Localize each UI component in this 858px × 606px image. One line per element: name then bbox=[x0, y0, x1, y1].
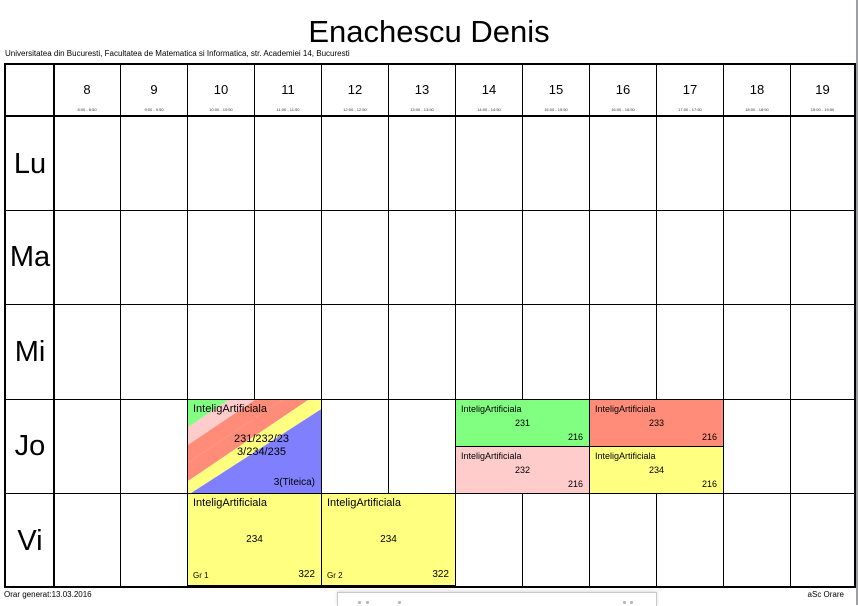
hour-label: 13 bbox=[414, 82, 430, 97]
lesson-subject: InteligArtificiala bbox=[193, 403, 267, 415]
popup-dot bbox=[630, 601, 633, 604]
hour-range: 10:00 - 10:50 bbox=[209, 107, 233, 112]
hour-label: 12 bbox=[347, 82, 363, 97]
hour-label: 9 bbox=[150, 82, 158, 97]
hour-range: 12:00 - 12:50 bbox=[343, 107, 367, 112]
column-divider bbox=[589, 65, 590, 586]
day-label-mi: Mi bbox=[14, 336, 46, 368]
hour-label: 10 bbox=[213, 82, 229, 97]
lesson-vi-10[interactable]: InteligArtificiala 234 Gr 1 322 bbox=[187, 493, 322, 586]
popup-dot bbox=[358, 601, 361, 604]
lesson-subject: InteligArtificiala bbox=[193, 497, 267, 509]
lesson-subject: InteligArtificiala bbox=[595, 451, 656, 461]
hour-range: 17:00 - 17:50 bbox=[678, 107, 702, 112]
popup-dot bbox=[623, 601, 626, 604]
lesson-room: 3(Titeica) bbox=[273, 477, 315, 488]
day-label-ma: Ma bbox=[9, 241, 51, 273]
lesson-groups: 231 bbox=[514, 418, 531, 428]
hour-range: 14:00 - 14:50 bbox=[477, 107, 501, 112]
bottom-popup-edge bbox=[337, 592, 657, 606]
column-divider bbox=[656, 65, 657, 586]
hour-label: 17 bbox=[682, 82, 698, 97]
lesson-jo-16-b[interactable]: InteligArtificiala 234 216 bbox=[589, 446, 724, 494]
lesson-room: 216 bbox=[701, 432, 717, 442]
lesson-groups: 234 bbox=[380, 534, 397, 545]
hour-label: 8 bbox=[83, 82, 91, 97]
lesson-jo-16-a[interactable]: InteligArtificiala 233 216 bbox=[589, 399, 724, 447]
column-divider bbox=[723, 65, 724, 586]
lesson-room: 322 bbox=[432, 569, 449, 580]
lesson-subgroup: Gr 1 bbox=[193, 571, 209, 580]
lesson-groups: 234 bbox=[246, 534, 263, 545]
header-divider bbox=[6, 115, 854, 117]
day-label-vi: Vi bbox=[17, 525, 43, 557]
lesson-groups: 232 bbox=[514, 465, 531, 475]
hour-range: 15:00 - 15:50 bbox=[544, 107, 568, 112]
generated-date: Orar generat:13.03.2016 bbox=[4, 590, 92, 599]
popup-dot bbox=[366, 601, 369, 604]
lesson-room: 216 bbox=[567, 432, 583, 442]
lesson-room: 216 bbox=[567, 479, 583, 489]
institution-address: Universitatea din Bucuresti, Facultatea … bbox=[5, 49, 350, 58]
row-divider bbox=[6, 304, 854, 305]
lesson-room: 216 bbox=[701, 479, 717, 489]
popup-dot bbox=[398, 601, 401, 604]
page-title: Enachescu Denis bbox=[308, 14, 550, 49]
app-credit: aSc Orare bbox=[807, 590, 844, 599]
row-divider bbox=[6, 399, 854, 400]
lesson-jo-14-a[interactable]: InteligArtificiala 231 216 bbox=[455, 399, 590, 447]
lesson-subject: InteligArtificiala bbox=[461, 451, 522, 461]
row-divider bbox=[6, 210, 854, 211]
hour-label: 11 bbox=[281, 82, 295, 97]
hour-range: 13:00 - 13:50 bbox=[410, 107, 434, 112]
lesson-subject: InteligArtificiala bbox=[461, 404, 522, 414]
column-divider bbox=[522, 65, 523, 586]
hour-label: 15 bbox=[548, 82, 564, 97]
lesson-vi-12[interactable]: InteligArtificiala 234 Gr 2 322 bbox=[321, 493, 456, 586]
hour-label: 18 bbox=[749, 82, 765, 97]
day-label-jo: Jo bbox=[14, 430, 46, 462]
lesson-subject: InteligArtificiala bbox=[595, 404, 656, 414]
column-divider bbox=[790, 65, 791, 586]
hour-range: 19:00 - 19:50 bbox=[810, 107, 835, 112]
hour-label: 16 bbox=[615, 82, 631, 97]
lesson-groups: 234 bbox=[648, 465, 665, 475]
lesson-jo-10[interactable]: InteligArtificiala 231/232/233/234/235 3… bbox=[187, 399, 322, 494]
lesson-subject: InteligArtificiala bbox=[327, 497, 401, 509]
day-column-divider bbox=[53, 65, 55, 586]
hour-range: 8:00 - 8:50 bbox=[77, 107, 97, 112]
hour-range: 11:00 - 11:50 bbox=[276, 107, 300, 112]
column-divider bbox=[120, 65, 121, 586]
lesson-room: 322 bbox=[298, 569, 315, 580]
lesson-groups: 233 bbox=[648, 418, 665, 428]
hour-label: 19 bbox=[815, 82, 830, 97]
hour-range: 16:00 - 16:50 bbox=[611, 107, 635, 112]
hour-range: 18:00 - 18:50 bbox=[745, 107, 769, 112]
timetable-grid: 8 9 10 11 12 13 14 15 16 17 18 19 8:00 -… bbox=[4, 63, 856, 588]
lesson-groups: 231/232/233/234/235 bbox=[233, 433, 290, 458]
hour-range: 9:00 - 9:50 bbox=[144, 107, 164, 112]
lesson-jo-14-b[interactable]: InteligArtificiala 232 216 bbox=[455, 446, 590, 494]
lesson-subgroup: Gr 2 bbox=[327, 571, 343, 580]
hour-label: 14 bbox=[481, 82, 497, 97]
day-label-lu: Lu bbox=[13, 148, 47, 180]
